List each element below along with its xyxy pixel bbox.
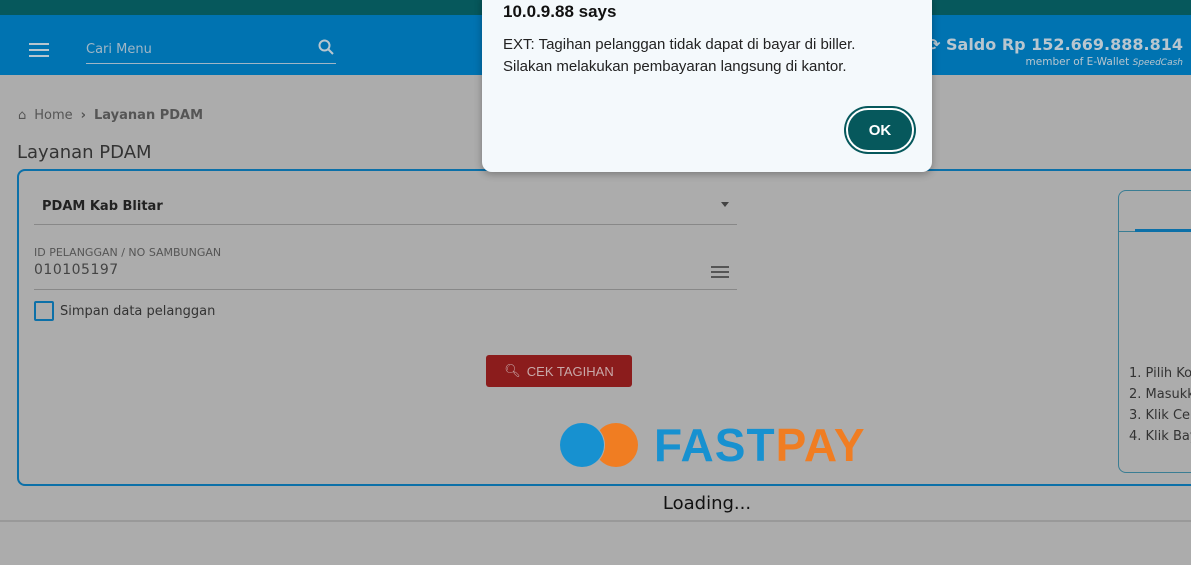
step: 1. Pilih Ko	[1129, 366, 1191, 381]
step: 3. Klik Cek	[1129, 408, 1191, 423]
dialog-message-line: EXT: Tagihan pelanggan tidak dapat di ba…	[503, 36, 856, 53]
search-icon[interactable]	[318, 39, 334, 55]
checkbox[interactable]	[34, 301, 54, 321]
breadcrumb: ⌂ Home › Layanan PDAM	[18, 108, 203, 123]
caret-down-icon	[721, 202, 729, 211]
chevron-right-icon: ›	[80, 108, 87, 123]
breadcrumb-home[interactable]: Home	[34, 108, 72, 123]
balance: ⟳ Saldo Rp 152.669.888.814 member of E-W…	[927, 35, 1183, 68]
page-title: Layanan PDAM	[17, 142, 152, 163]
dialog-title: 10.0.9.88 says	[503, 2, 617, 21]
check-bill-button[interactable]: 🔍︎ CEK TAGIHAN	[486, 355, 632, 387]
loading-text: Loading...	[662, 493, 752, 514]
customer-id-label: ID PELANGGAN / NO SAMBUNGAN	[34, 246, 222, 259]
product-select[interactable]: PDAM Kab Blitar	[34, 185, 737, 225]
active-tab-indicator	[1135, 229, 1191, 232]
save-customer-label: Simpan data pelanggan	[60, 303, 216, 319]
search-icon: 🔍︎	[504, 363, 521, 378]
fastpay-logo-icon	[559, 422, 638, 468]
member-text: member of E-Wallet	[1025, 56, 1130, 68]
customer-id-value: 010105197	[34, 262, 119, 278]
check-bill-label: CEK TAGIHAN	[526, 363, 614, 379]
dialog-message-line: Silakan melakukan pembayaran langsung di…	[503, 58, 847, 75]
step: 2. Masukk	[1129, 387, 1191, 402]
search-menu-input[interactable]: Cari Menu	[86, 35, 336, 64]
search-placeholder: Cari Menu	[86, 42, 152, 57]
breadcrumb-current: Layanan PDAM	[94, 108, 204, 123]
speedcash-logo: SpeedCash	[1132, 58, 1183, 68]
divider	[0, 520, 1191, 522]
logo-pay: PAY	[775, 419, 866, 471]
instructions-panel: 1. Pilih Ko 2. Masukk 3. Klik Cek 4. Klik B…	[1118, 190, 1191, 473]
balance-value: Saldo Rp 152.669.888.814	[946, 35, 1183, 54]
customer-id-field[interactable]: ID PELANGGAN / NO SAMBUNGAN 010105197	[34, 246, 737, 290]
step: 4. Klik Bay	[1129, 429, 1191, 444]
logo-fast: FAST	[654, 419, 776, 471]
fastpay-logo: FASTPAY	[558, 418, 866, 472]
save-customer-checkbox[interactable]: Simpan data pelanggan	[34, 301, 215, 321]
ok-button[interactable]: OK	[846, 108, 914, 152]
alert-dialog: 10.0.9.88 says EXT: Tagihan pelanggan ti…	[482, 0, 932, 172]
hamburger-menu-icon[interactable]	[29, 43, 49, 61]
home-icon: ⌂	[18, 108, 27, 123]
dialog-message: EXT: Tagihan pelanggan tidak dapat di ba…	[503, 34, 913, 78]
product-value: PDAM Kab Blitar	[42, 199, 163, 214]
list-icon[interactable]	[711, 266, 729, 281]
